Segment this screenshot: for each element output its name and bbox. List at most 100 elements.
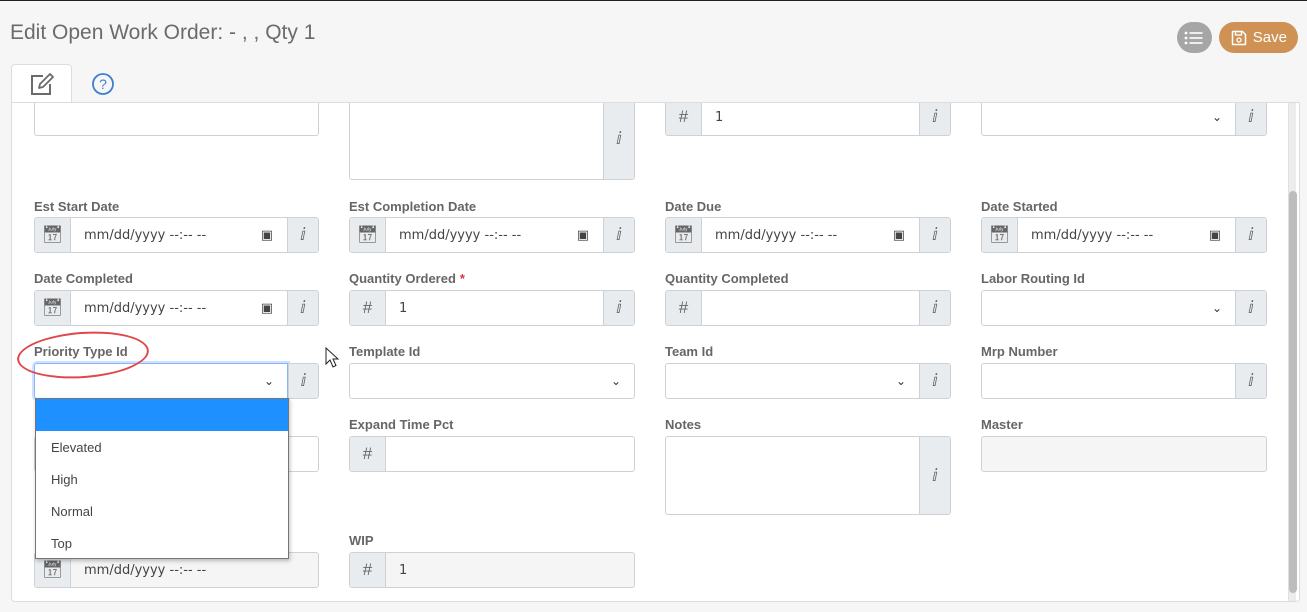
svg-text:?: ? xyxy=(99,76,107,92)
quantity-completed-input[interactable] xyxy=(702,291,919,325)
notes-label: Notes xyxy=(665,417,702,432)
date-started-input[interactable]: mm/dd/yyyy --:-- -- ▣ xyxy=(1018,218,1235,252)
calendar-icon: 📅︎ xyxy=(982,218,1018,252)
chevron-down-icon: ⌄ xyxy=(895,374,906,388)
quantity-completed-group: # ⅈ xyxy=(665,290,951,326)
top-number-input[interactable]: 1 xyxy=(702,103,919,135)
date-placeholder: mm/dd/yyyy --:-- -- xyxy=(1031,227,1154,243)
chevron-down-icon: ⌄ xyxy=(1211,301,1222,315)
dropdown-option[interactable]: Elevated xyxy=(36,431,288,463)
top-text-input[interactable] xyxy=(34,103,319,136)
template-id-label: Template Id xyxy=(349,344,421,359)
floppy-disk-icon xyxy=(1231,30,1247,45)
info-icon[interactable]: ⅈ xyxy=(287,218,318,252)
tab-bar: ? xyxy=(11,64,133,104)
date-due-input[interactable]: mm/dd/yyyy --:-- -- ▣ xyxy=(702,218,919,252)
date-started-group: 📅︎ mm/dd/yyyy --:-- -- ▣ ⅈ xyxy=(981,217,1267,253)
expand-time-pct-input[interactable] xyxy=(386,437,634,471)
quantity-ordered-input[interactable]: 1 xyxy=(386,291,603,325)
list-button[interactable] xyxy=(1176,22,1212,53)
calendar-picker-icon[interactable]: ▣ xyxy=(1209,228,1221,243)
date-due-label: Date Due xyxy=(665,199,722,214)
edit-icon xyxy=(30,72,54,95)
top-select-group: ⌄ ⅈ xyxy=(981,103,1267,136)
wip-value: 1 xyxy=(399,562,408,578)
help-icon: ? xyxy=(91,72,114,95)
wip-group: # 1 xyxy=(349,552,635,588)
tab-help[interactable]: ? xyxy=(72,64,133,103)
est-start-date-input[interactable]: mm/dd/yyyy --:-- -- ▣ xyxy=(71,218,287,252)
info-icon[interactable]: ⅈ xyxy=(919,437,950,514)
team-id-label: Team Id xyxy=(665,344,714,359)
info-icon[interactable]: ⅈ xyxy=(919,218,950,252)
priority-type-dropdown: Elevated High Normal Top xyxy=(35,398,289,559)
chevron-down-icon: ⌄ xyxy=(610,374,621,388)
calendar-icon: 📅︎ xyxy=(350,218,386,252)
hash-icon: # xyxy=(666,103,702,135)
date-completed-label: Date Completed xyxy=(34,271,133,286)
info-icon[interactable]: ⅈ xyxy=(1235,364,1266,398)
calendar-icon: 📅︎ xyxy=(35,218,71,252)
top-textarea-group: ⅈ xyxy=(349,103,635,180)
quantity-ordered-label: Quantity Ordered * xyxy=(349,271,465,286)
top-select[interactable]: ⌄ xyxy=(982,103,1235,135)
save-button[interactable]: Save xyxy=(1218,22,1298,53)
info-icon[interactable]: ⅈ xyxy=(919,291,950,325)
calendar-picker-icon[interactable]: ▣ xyxy=(577,228,589,243)
labor-routing-id-label: Labor Routing Id xyxy=(981,271,1085,286)
dropdown-option[interactable] xyxy=(36,399,288,431)
label-text: Quantity Ordered xyxy=(349,271,456,286)
info-icon[interactable]: ⅈ xyxy=(603,103,634,179)
hash-icon: # xyxy=(350,553,386,587)
dropdown-option[interactable]: Top xyxy=(36,527,288,559)
date-placeholder: mm/dd/yyyy --:-- -- xyxy=(399,227,522,243)
master-value xyxy=(982,437,1266,471)
calendar-picker-icon[interactable]: ▣ xyxy=(261,301,273,316)
scrollbar-thumb[interactable] xyxy=(1289,191,1297,593)
chevron-down-icon: ⌄ xyxy=(1211,110,1222,124)
team-id-select[interactable]: ⌄ xyxy=(666,364,919,398)
priority-type-id-select[interactable]: ⌄ xyxy=(34,363,288,399)
calendar-icon: 📅︎ xyxy=(666,218,702,252)
mrp-number-input[interactable] xyxy=(982,364,1235,398)
info-icon[interactable]: ⅈ xyxy=(603,291,634,325)
date-due-group: 📅︎ mm/dd/yyyy --:-- -- ▣ ⅈ xyxy=(665,217,951,253)
calendar-icon: 📅︎ xyxy=(35,291,71,325)
info-icon[interactable]: ⅈ xyxy=(287,291,318,325)
info-icon[interactable]: ⅈ xyxy=(1235,218,1266,252)
chevron-down-icon: ⌄ xyxy=(263,374,274,388)
date-completed-group: 📅︎ mm/dd/yyyy --:-- -- ▣ ⅈ xyxy=(34,290,319,326)
scrollbar[interactable] xyxy=(1288,103,1297,601)
calendar-picker-icon[interactable]: ▣ xyxy=(261,228,273,243)
date-completed-input[interactable]: mm/dd/yyyy --:-- -- ▣ xyxy=(71,291,287,325)
info-icon[interactable]: ⅈ xyxy=(1235,103,1266,135)
est-completion-date-label: Est Completion Date xyxy=(349,199,477,214)
dropdown-option[interactable]: High xyxy=(36,463,288,495)
dropdown-option[interactable]: Normal xyxy=(36,495,288,527)
mrp-number-label: Mrp Number xyxy=(981,344,1058,359)
info-icon[interactable]: ⅈ xyxy=(288,363,319,399)
save-label: Save xyxy=(1252,29,1287,46)
info-icon[interactable]: ⅈ xyxy=(603,218,634,252)
labor-routing-id-group: ⌄ ⅈ xyxy=(981,290,1267,326)
info-icon[interactable]: ⅈ xyxy=(919,103,950,135)
calendar-picker-icon[interactable]: ▣ xyxy=(893,228,905,243)
template-id-select[interactable]: ⌄ xyxy=(350,364,634,398)
est-completion-date-input[interactable]: mm/dd/yyyy --:-- -- ▣ xyxy=(386,218,603,252)
quantity-completed-label: Quantity Completed xyxy=(665,271,789,286)
date-started-label: Date Started xyxy=(981,199,1058,214)
notes-textarea[interactable] xyxy=(666,437,919,514)
hash-icon: # xyxy=(666,291,702,325)
info-icon[interactable]: ⅈ xyxy=(919,364,950,398)
wip-label: WIP xyxy=(349,533,374,548)
info-icon[interactable]: ⅈ xyxy=(1235,291,1266,325)
labor-routing-id-select[interactable]: ⌄ xyxy=(982,291,1235,325)
quantity-ordered-group: # 1 ⅈ xyxy=(349,290,635,326)
hash-icon: # xyxy=(350,437,386,471)
top-textarea[interactable] xyxy=(350,103,603,179)
team-id-group: ⌄ ⅈ xyxy=(665,363,951,399)
tab-edit[interactable] xyxy=(11,64,72,104)
expand-time-pct-group: # xyxy=(349,436,635,472)
list-icon xyxy=(1184,31,1203,44)
est-start-date-group: 📅︎ mm/dd/yyyy --:-- -- ▣ ⅈ xyxy=(34,217,319,253)
